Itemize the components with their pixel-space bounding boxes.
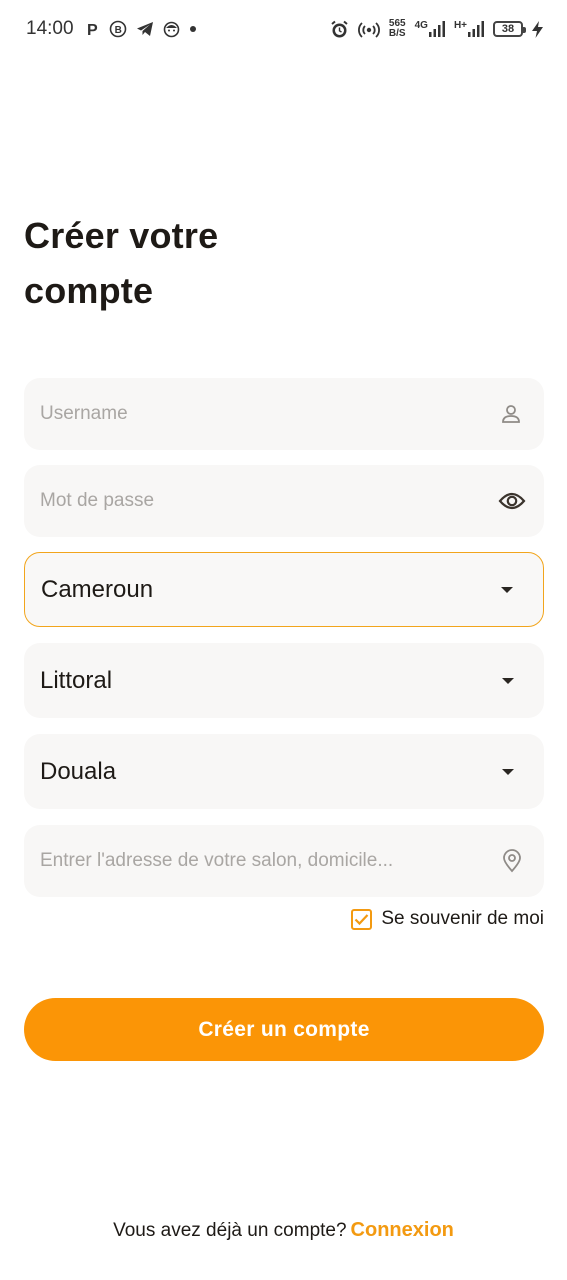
signal-hplus: H+	[454, 21, 484, 37]
network-4g-label: 4G	[414, 20, 428, 31]
footer-prompt-text: Vous avez déjà un compte?	[113, 1220, 347, 1241]
remember-me[interactable]: Se souvenir de moi	[351, 908, 544, 930]
page-title-line2: compte	[24, 270, 154, 311]
create-account-button[interactable]: Créer un compte	[24, 998, 544, 1061]
status-right: 565 B/S 4G H+ 38	[330, 19, 543, 39]
country-value: Cameroun	[41, 575, 154, 603]
country-select[interactable]: Cameroun	[24, 552, 544, 627]
username-placeholder: Username	[40, 403, 128, 424]
status-time: 14:00	[26, 18, 74, 39]
chevron-down-icon	[502, 677, 514, 684]
alarm-icon	[330, 20, 349, 39]
parking-icon: P	[86, 21, 100, 37]
password-placeholder: Mot de passe	[40, 490, 155, 511]
hotspot-icon	[357, 20, 380, 38]
battery-level: 38	[501, 23, 515, 35]
telegram-icon	[136, 21, 154, 37]
face-app-icon	[163, 21, 180, 38]
username-field[interactable]: Username	[24, 378, 544, 450]
remember-checkbox[interactable]	[351, 908, 373, 930]
location-pin-icon	[502, 849, 522, 873]
status-bar: 14:00 P B 565 B/S 4G H+ 38	[0, 0, 567, 58]
status-left: 14:00 P B	[26, 18, 197, 40]
city-select[interactable]: Douala	[24, 734, 544, 809]
chevron-down-icon	[502, 768, 514, 775]
page-title: Créer votre compte	[24, 208, 324, 318]
dot-icon	[189, 25, 197, 33]
network-hplus-label: H+	[453, 20, 467, 31]
password-field[interactable]: Mot de passe	[24, 465, 544, 537]
create-account-screen: 14:00 P B 565 B/S 4G H+ 38 Créer votre c…	[0, 0, 567, 1280]
signal-icon	[468, 21, 484, 37]
chevron-down-icon	[501, 586, 513, 593]
region-value: Littoral	[40, 666, 113, 694]
remember-label: Se souvenir de moi	[381, 908, 544, 929]
login-link[interactable]: Connexion	[351, 1219, 454, 1241]
svg-text:B: B	[114, 25, 121, 36]
footer-login-prompt: Vous avez déjà un compte? Connexion	[0, 1219, 567, 1242]
svg-text:P: P	[87, 22, 98, 37]
signal-icon	[428, 21, 445, 37]
network-speed: 565 B/S	[389, 19, 406, 39]
charging-icon	[532, 20, 543, 38]
city-value: Douala	[40, 757, 117, 785]
region-select[interactable]: Littoral	[24, 643, 544, 718]
network-speed-unit: B/S	[388, 28, 406, 39]
page-title-line1: Créer votre	[24, 215, 219, 256]
signal-4g: 4G	[415, 21, 445, 37]
checkmark-icon	[355, 913, 369, 925]
user-icon	[500, 403, 522, 425]
address-placeholder: Entrer l'adresse de votre salon, domicil…	[40, 850, 394, 871]
b-app-icon: B	[109, 20, 127, 38]
eye-icon[interactable]	[498, 491, 526, 511]
address-field[interactable]: Entrer l'adresse de votre salon, domicil…	[24, 825, 544, 897]
battery-icon: 38	[493, 21, 526, 37]
